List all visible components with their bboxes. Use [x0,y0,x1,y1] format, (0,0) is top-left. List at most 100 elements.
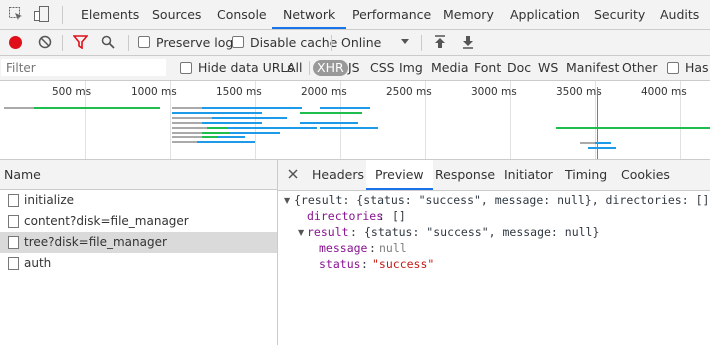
timeline-bar [580,142,595,144]
tab-initiator[interactable]: Initiator [504,160,553,190]
expand-triangle-icon[interactable]: ▼ [298,228,304,237]
timeline-bar [34,107,160,109]
tab-security[interactable]: Security [594,0,645,29]
timeline-bar [300,112,362,114]
timeline-bar [172,127,207,129]
disable-cache-checkbox[interactable] [232,36,244,48]
tab-headers[interactable]: Headers [312,160,364,190]
tab-response[interactable]: Response [435,160,495,190]
filter-type-css[interactable]: CSS [370,60,395,76]
has-blocked-label: Has b [685,60,710,75]
file-icon [8,236,19,249]
timeline-bar [172,132,202,134]
filter-type-ws[interactable]: WS [538,60,558,76]
details-tab-bar: Headers Preview Response Initiator Timin… [278,160,710,191]
tab-console[interactable]: Console [217,0,267,29]
timeline-bar [197,141,235,143]
json-key-status: status [319,257,361,271]
file-icon [8,257,19,270]
has-blocked-checkbox[interactable] [667,62,679,74]
network-toolbar: Preserve log Disable cache Online [0,30,710,56]
throttling-select[interactable]: Online [341,35,381,50]
filter-type-js[interactable]: JS [348,60,360,76]
list-item[interactable]: initialize [0,190,277,211]
expand-triangle-icon[interactable]: ▼ [284,196,290,205]
close-icon[interactable] [287,168,299,180]
disable-cache-label: Disable cache [250,35,338,50]
tab-elements[interactable]: Elements [81,0,139,29]
list-item[interactable]: auth [0,253,277,274]
chevron-down-icon[interactable] [401,39,409,44]
tab-performance[interactable]: Performance [352,0,431,29]
timeline-bar [320,127,378,129]
device-toolbar-icon[interactable] [34,6,50,22]
timeline-bar [202,132,230,134]
tab-sources[interactable]: Sources [152,0,201,29]
request-name: initialize [24,193,75,207]
timeline-bar [300,122,358,124]
tab-preview[interactable]: Preview [366,160,433,190]
timeline-bar [172,141,197,143]
file-icon [8,194,19,207]
list-item[interactable]: content?disk=file_manager [0,211,277,232]
timeline-bar [230,132,280,134]
json-value-result: {status: "success", message: null} [364,225,600,239]
timeline-bar [227,127,317,129]
timeline-bar [202,122,262,124]
tab-timing[interactable]: Timing [565,160,607,190]
timeline-bar [172,136,202,138]
tab-network[interactable]: Network [272,0,347,29]
timeline-tick: 1500 ms [216,86,262,98]
filter-type-xhr[interactable]: XHR [313,60,348,76]
file-icon [8,215,19,228]
name-column-header[interactable]: Name [0,160,277,190]
preview-summary: {result: {status: "success", message: nu… [294,193,710,207]
inspect-element-icon[interactable] [9,7,23,21]
tab-cookies[interactable]: Cookies [621,160,670,190]
timeline-bar [556,127,710,129]
tab-audits[interactable]: Audits [660,0,699,29]
preserve-log-label: Preserve log [156,35,234,50]
tab-application[interactable]: Application [510,0,580,29]
network-overview-timeline[interactable]: 500 ms 1000 ms 1500 ms 2000 ms 2500 ms 3… [0,81,710,160]
filter-type-other[interactable]: Other [622,60,658,76]
filter-type-all[interactable]: All [287,60,303,76]
timeline-bar [202,107,302,109]
record-icon[interactable] [9,36,22,49]
hide-data-urls-checkbox[interactable] [180,62,192,74]
request-details-panel: Headers Preview Response Initiator Timin… [278,160,710,345]
tab-memory[interactable]: Memory [443,0,494,29]
clear-icon[interactable] [38,35,52,49]
timeline-tick: 4000 ms [641,86,687,98]
json-value-directories: [] [392,209,406,223]
filter-type-font[interactable]: Font [474,60,501,76]
timeline-tick: 2500 ms [386,86,432,98]
preserve-log-checkbox[interactable] [138,36,150,48]
requests-panel: Name initialize content?disk=file_manage… [0,160,278,345]
json-colon: : [369,241,376,255]
filter-type-img[interactable]: Img [399,60,423,76]
json-value-message: null [379,241,407,255]
list-item[interactable]: tree?disk=file_manager [0,232,277,253]
filter-type-doc[interactable]: Doc [507,60,531,76]
json-value-status: "success" [372,257,435,271]
filter-type-manifest[interactable]: Manifest [566,60,619,76]
filter-icon[interactable] [72,35,89,50]
search-icon[interactable] [101,35,115,49]
timeline-tick: 1000 ms [131,86,177,98]
timeline-bar [4,107,34,109]
filter-type-media[interactable]: Media [431,60,469,76]
request-name: content?disk=file_manager [24,214,189,228]
json-colon: : [378,209,385,223]
filter-input[interactable] [1,59,166,76]
json-key-result: result [307,225,349,239]
import-har-icon[interactable] [434,35,446,49]
json-key-directories: directories [307,209,384,223]
timeline-bar [202,136,217,138]
timeline-tick: 3000 ms [471,86,517,98]
timeline-bar [235,141,255,143]
timeline-tick: 3500 ms [556,86,602,98]
request-name: tree?disk=file_manager [24,235,167,249]
timeline-bar [212,117,287,119]
export-har-icon[interactable] [462,35,474,49]
